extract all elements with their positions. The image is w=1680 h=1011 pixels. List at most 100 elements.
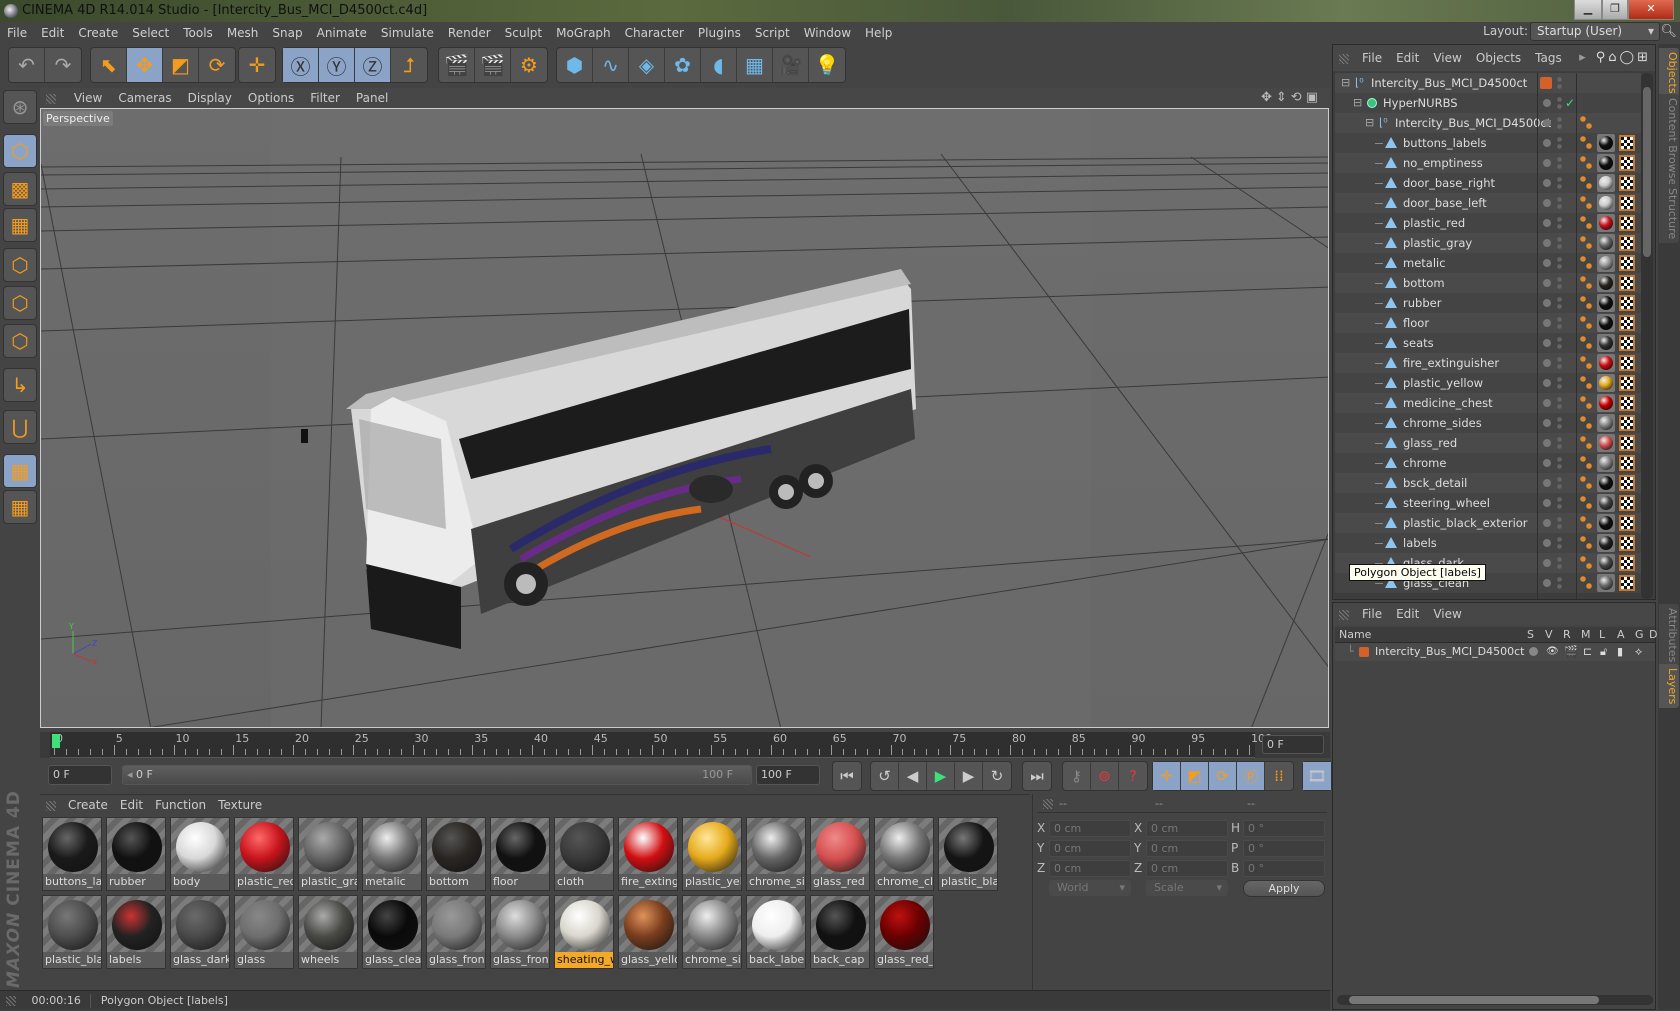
expand-toggle-icon[interactable]: ⊟ — [1341, 73, 1350, 93]
render-visibility-dots[interactable] — [1557, 96, 1562, 110]
phong-tag-icon[interactable] — [1580, 396, 1592, 410]
model-mode-button[interactable]: ⬡ — [3, 134, 37, 168]
workplane-button[interactable]: ▦ — [3, 208, 37, 242]
layer-menu-edit[interactable]: Edit — [1389, 603, 1426, 625]
viewport-menu-cameras[interactable]: Cameras — [110, 88, 179, 108]
phong-tag-icon[interactable] — [1580, 296, 1592, 310]
render-visibility-dots[interactable] — [1557, 536, 1562, 550]
enabled-check-icon[interactable]: ✓ — [1565, 93, 1575, 113]
object-row[interactable]: metalic — [1335, 253, 1641, 273]
object-name[interactable]: Intercity_Bus_MCI_D4500ct — [1371, 73, 1527, 93]
material-tag-icon[interactable] — [1597, 214, 1615, 232]
material-swatch[interactable]: rubber — [106, 817, 166, 891]
array-button[interactable]: ✿ — [665, 48, 701, 82]
menu-mesh[interactable]: Mesh — [220, 22, 266, 44]
phong-tag-icon[interactable] — [1580, 196, 1592, 210]
visibility-dot[interactable] — [1543, 399, 1551, 407]
menu-create[interactable]: Create — [71, 22, 125, 44]
layer-solo-toggle[interactable] — [1529, 647, 1538, 656]
material-tag-icon[interactable] — [1597, 354, 1615, 372]
object-name[interactable]: plastic_gray — [1403, 233, 1472, 253]
viewport-menu-view[interactable]: View — [66, 88, 110, 108]
select-button[interactable]: ⬉ — [91, 48, 127, 82]
phong-tag-icon[interactable] — [1580, 516, 1592, 530]
phong-tag-icon[interactable] — [1580, 136, 1592, 150]
autokey-button[interactable]: ⊚ — [1091, 762, 1119, 790]
render-visibility-dots[interactable] — [1557, 296, 1562, 310]
object-name[interactable]: Intercity_Bus_MCI_D4500ct — [1395, 113, 1551, 133]
phong-tag-icon[interactable] — [1580, 416, 1592, 430]
uvw-tag-icon[interactable] — [1619, 455, 1635, 471]
uvw-tag-icon[interactable] — [1619, 355, 1635, 371]
phong-tag-icon[interactable] — [1580, 216, 1592, 230]
scale-field[interactable]: 0 cm — [1146, 820, 1228, 837]
phong-tag-icon[interactable] — [1580, 376, 1592, 390]
visibility-dot[interactable] — [1543, 279, 1551, 287]
phong-tag-icon[interactable] — [1580, 476, 1592, 490]
layer-generator-icon[interactable]: ⟡ — [1635, 643, 1642, 661]
layer-animation-icon[interactable]: ▮ — [1617, 643, 1623, 661]
parameter-track-button[interactable]: Ⓟ — [1237, 762, 1265, 790]
previous-frame-button[interactable]: ◀ — [899, 762, 927, 790]
menu-animate[interactable]: Animate — [310, 22, 374, 44]
object-row[interactable]: door_base_right — [1335, 173, 1641, 193]
material-tag-icon[interactable] — [1597, 154, 1615, 172]
object-name[interactable]: labels — [1403, 533, 1437, 553]
scale-track-button[interactable]: ◩ — [1181, 762, 1209, 790]
move-all-button[interactable]: ✛ — [239, 48, 275, 82]
perspective-viewport[interactable]: Y Z X Perspective — [40, 108, 1329, 728]
visibility-dot[interactable] — [1543, 359, 1551, 367]
keyframe-selection-button[interactable]: ? — [1119, 762, 1147, 790]
material-swatch[interactable]: glass_red_l — [874, 895, 934, 969]
material-swatch[interactable]: buttons_la — [42, 817, 102, 891]
menu-file[interactable]: File — [0, 22, 34, 44]
visibility-dot[interactable] — [1543, 139, 1551, 147]
material-swatch[interactable]: glass_clear — [362, 895, 422, 969]
points-mode-button[interactable]: ⬡ — [3, 248, 37, 282]
material-tag-icon[interactable] — [1597, 314, 1615, 332]
object-row[interactable]: bsck_detail — [1335, 473, 1641, 493]
uvw-tag-icon[interactable] — [1619, 215, 1635, 231]
object-row[interactable]: rubber — [1335, 293, 1641, 313]
material-tag-icon[interactable] — [1597, 554, 1615, 572]
axis-button[interactable]: ↳ — [3, 368, 37, 402]
scale-button[interactable]: ◩ — [163, 48, 199, 82]
object-row[interactable]: medicine_chest — [1335, 393, 1641, 413]
object-list-scrollbar[interactable] — [1641, 73, 1653, 599]
layer-render-icon[interactable]: 🎬 — [1564, 643, 1578, 661]
material-menu-function[interactable]: Function — [149, 795, 212, 815]
material-tag-icon[interactable] — [1597, 334, 1615, 352]
object-name[interactable]: medicine_chest — [1403, 393, 1493, 413]
visibility-dot[interactable] — [1543, 299, 1551, 307]
render-visibility-dots[interactable] — [1557, 156, 1562, 170]
visibility-dot[interactable] — [1543, 379, 1551, 387]
uvw-tag-icon[interactable] — [1619, 255, 1635, 271]
object-row[interactable]: bottom — [1335, 273, 1641, 293]
viewport-menu-filter[interactable]: Filter — [302, 88, 348, 108]
material-swatch[interactable]: chrome_sic — [682, 895, 742, 969]
side-tab-layers[interactable]: Layers — [1659, 664, 1679, 709]
texture-mode-button[interactable]: ▩ — [3, 172, 37, 206]
material-tag-icon[interactable] — [1597, 534, 1615, 552]
phong-tag-icon[interactable] — [1580, 576, 1592, 590]
uvw-tag-icon[interactable] — [1619, 575, 1635, 591]
object-menu-edit[interactable]: Edit — [1389, 45, 1426, 71]
timeline-ruler[interactable]: 0510152025303540455055606570758085909510… — [40, 732, 1330, 758]
go-to-start-button[interactable]: ⏮ — [833, 762, 861, 790]
previous-key-button[interactable]: ↺ — [871, 762, 899, 790]
lock-workplane-button[interactable]: ▦ — [3, 454, 37, 488]
viewport-menu-options[interactable]: Options — [240, 88, 302, 108]
menu-render[interactable]: Render — [441, 22, 498, 44]
material-swatch[interactable]: glass_front — [426, 895, 486, 969]
menu-plugins[interactable]: Plugins — [691, 22, 748, 44]
object-menu-tags[interactable]: Tags — [1528, 45, 1569, 71]
phong-tag-icon[interactable] — [1580, 276, 1592, 290]
material-swatch[interactable]: plastic_yell — [682, 817, 742, 891]
new-window-icon[interactable]: ⊞ — [1637, 50, 1651, 65]
maximize-view-icon[interactable]: ▣ — [1306, 90, 1322, 105]
material-swatch[interactable]: plastic_red — [234, 817, 294, 891]
object-name[interactable]: plastic_red — [1403, 213, 1465, 233]
render-visibility-dots[interactable] — [1557, 496, 1562, 510]
rotation-track-button[interactable]: ⟳ — [1209, 762, 1237, 790]
material-swatch[interactable]: back_cap — [810, 895, 870, 969]
